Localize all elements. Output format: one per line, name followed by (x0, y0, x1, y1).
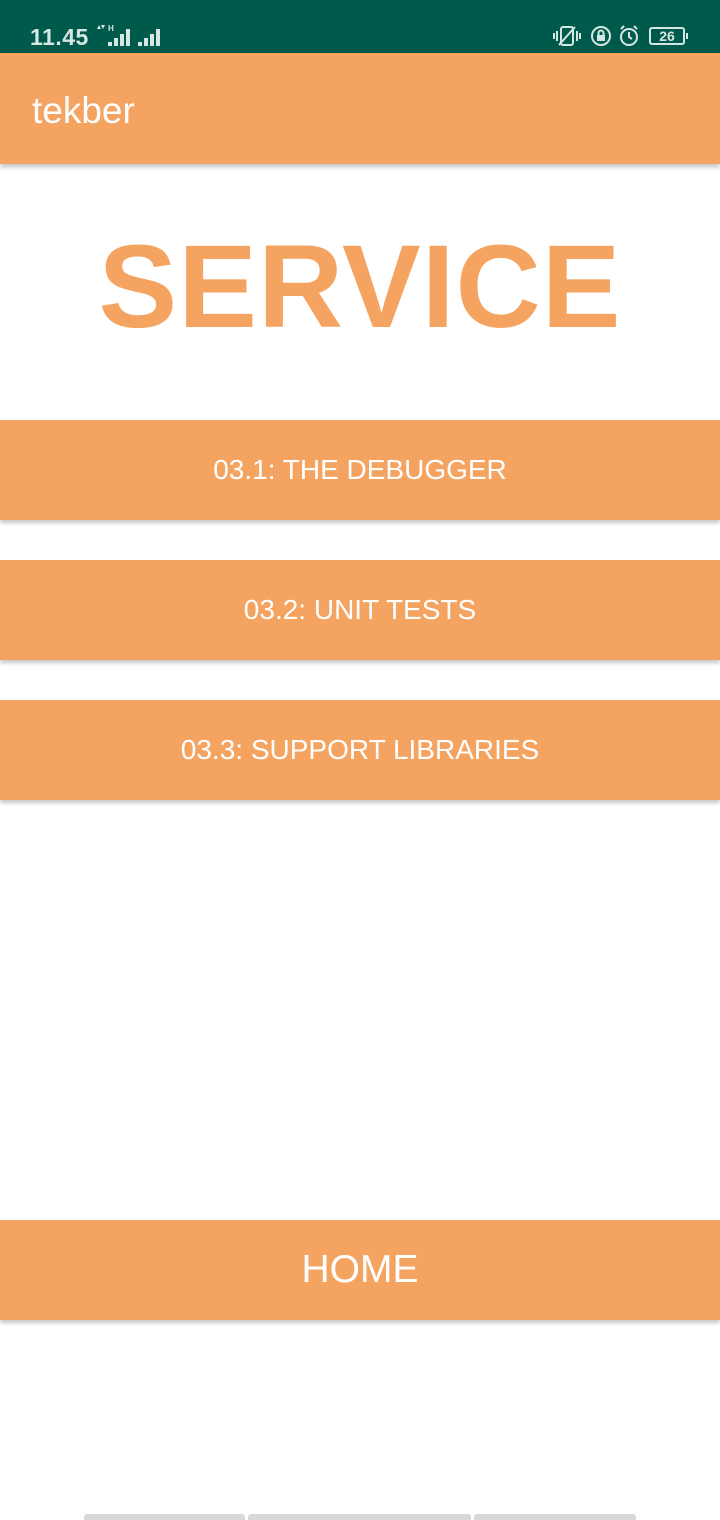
nav-indicator-center (248, 1514, 471, 1520)
battery-icon: 26 (649, 27, 688, 45)
svg-text:H: H (108, 24, 114, 33)
vibrate-icon (553, 26, 581, 46)
nav-indicator-left (84, 1514, 245, 1520)
data-transfer-icon (97, 25, 105, 29)
app-bar: tekber (0, 53, 720, 164)
battery-level: 26 (659, 28, 675, 44)
rotation-lock-icon (591, 26, 611, 46)
app-title: tekber (32, 90, 135, 131)
debugger-button[interactable]: 03.1: THE DEBUGGER (0, 420, 720, 520)
home-button[interactable]: HOME (0, 1220, 720, 1320)
signal-h-icon: H (108, 24, 130, 46)
alarm-icon (620, 25, 638, 46)
signal-icon (138, 29, 160, 46)
status-time: 11.45 (30, 24, 89, 50)
nav-indicator-right (474, 1514, 636, 1520)
support-libraries-button[interactable]: 03.3: SUPPORT LIBRARIES (0, 700, 720, 800)
page-heading: SERVICE (98, 221, 622, 353)
status-right-icons (553, 25, 638, 46)
unit-tests-button[interactable]: 03.2: UNIT TESTS (0, 560, 720, 660)
status-bar: 11.45 H 26 (0, 0, 720, 53)
status-left-icons: H (97, 24, 160, 46)
